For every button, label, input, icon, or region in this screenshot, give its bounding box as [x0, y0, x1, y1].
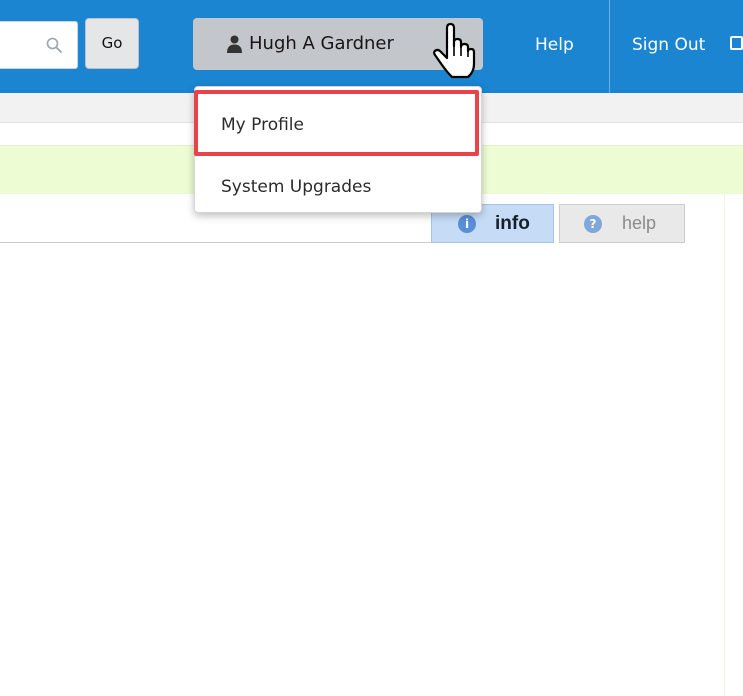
help-icon: ? [584, 215, 602, 233]
pointer-cursor-icon [433, 22, 476, 79]
user-icon [227, 35, 242, 53]
search-input[interactable] [0, 21, 78, 69]
sign-out-link[interactable]: Sign Out [632, 0, 705, 90]
nav-divider [609, 0, 610, 93]
info-icon: i [458, 215, 476, 233]
highlight-box [194, 90, 479, 156]
tab-help-label: help [622, 213, 657, 233]
user-name-label: Hugh A Gardner [249, 33, 394, 54]
content-panel [0, 194, 725, 696]
page: Go Hugh A Gardner Help Sign Out i info ?… [0, 0, 743, 696]
signout-icon[interactable] [730, 36, 743, 50]
search-icon[interactable] [45, 36, 63, 54]
help-link[interactable]: Help [535, 0, 574, 90]
menu-item-system-upgrades[interactable]: System Upgrades [195, 159, 481, 215]
panel-divider [0, 242, 432, 243]
top-navigation-bar: Go Hugh A Gardner Help Sign Out [0, 0, 743, 93]
tab-help[interactable]: ? help [559, 204, 685, 243]
go-button[interactable]: Go [85, 18, 139, 69]
tab-info-label: info [495, 213, 530, 234]
